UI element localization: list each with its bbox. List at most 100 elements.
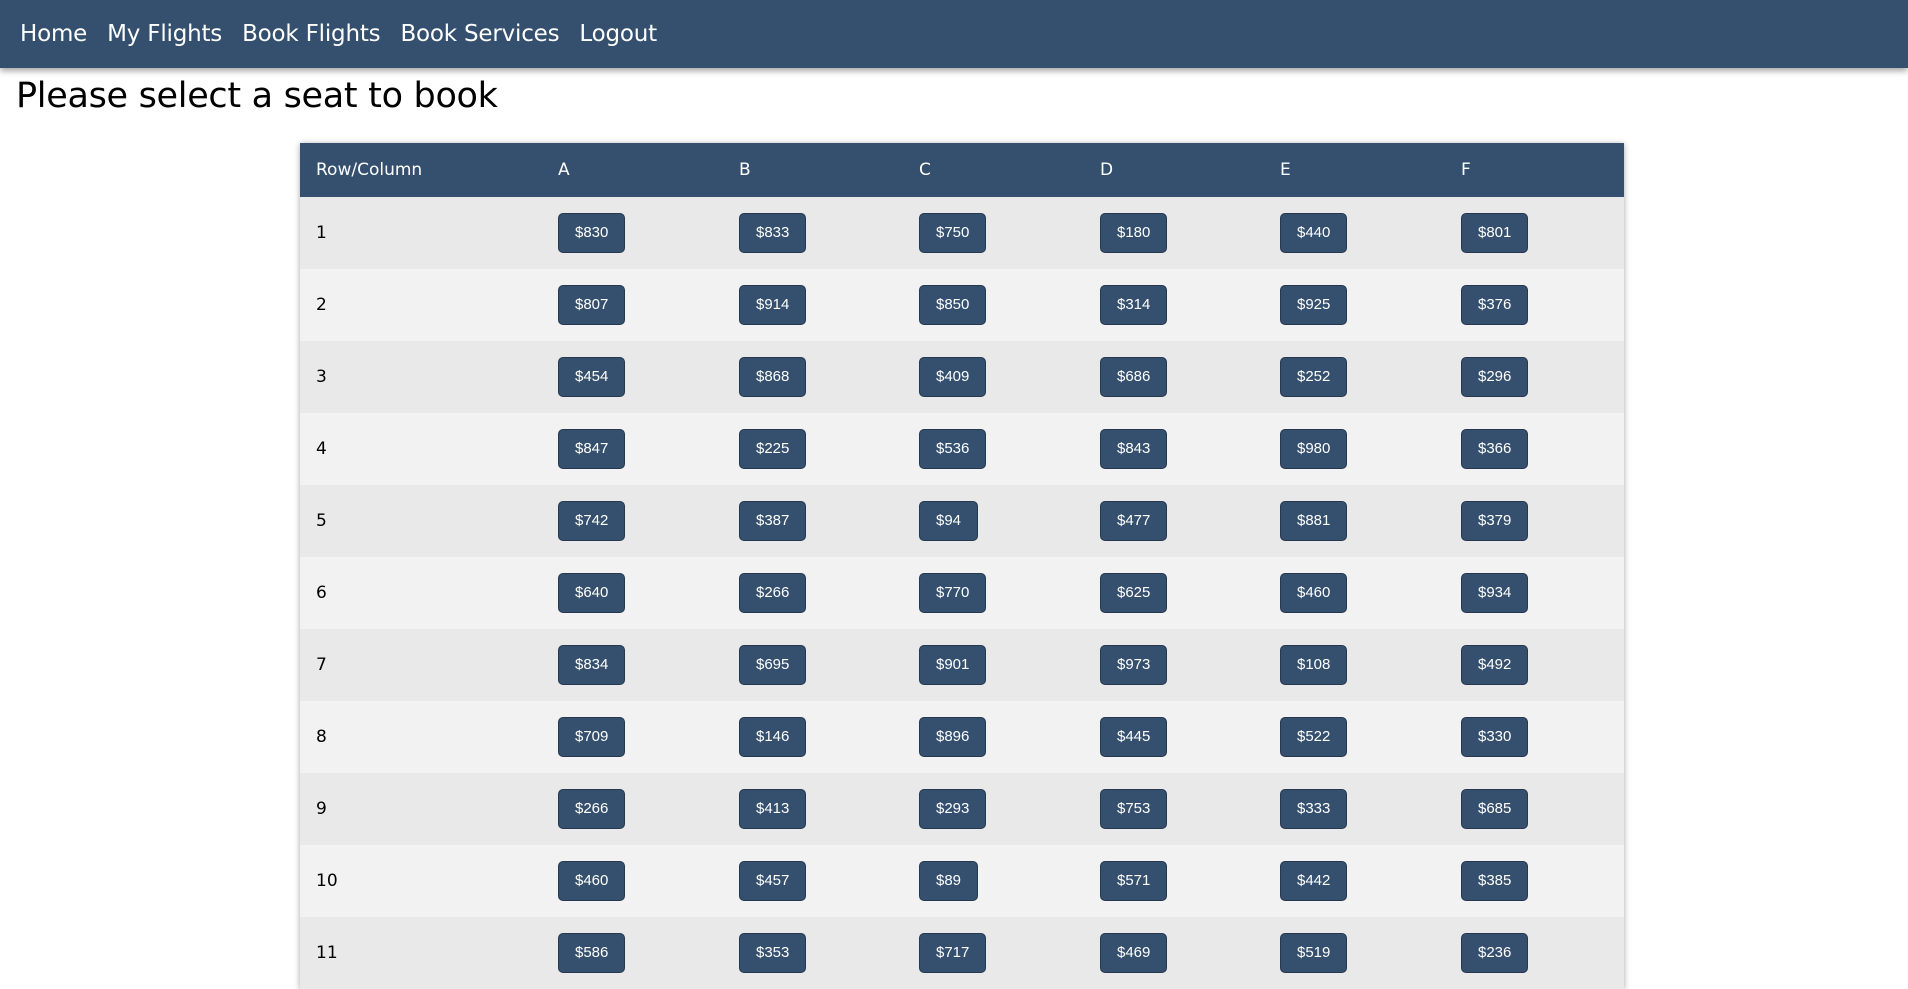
seat-cell: $376 [1445,269,1624,341]
seat-button-1b[interactable]: $833 [739,213,807,253]
seat-button-8b[interactable]: $146 [739,717,807,757]
seat-button-5f[interactable]: $379 [1461,501,1529,541]
seat-button-10c[interactable]: $89 [919,861,979,901]
seat-button-1d[interactable]: $180 [1100,213,1168,253]
seat-button-1c[interactable]: $750 [919,213,987,253]
seat-button-8c[interactable]: $896 [919,717,987,757]
seat-cell: $266 [723,557,903,629]
seat-cell: $252 [1264,341,1445,413]
header-column-d: D [1100,160,1114,180]
seat-button-3c[interactable]: $409 [919,357,987,397]
seat-button-5c[interactable]: $94 [919,501,979,541]
seat-button-11b[interactable]: $353 [739,933,807,973]
seat-cell: $296 [1445,341,1624,413]
seat-button-9d[interactable]: $753 [1100,789,1168,829]
seat-button-3e[interactable]: $252 [1280,357,1348,397]
seat-button-11d[interactable]: $469 [1100,933,1168,973]
seat-cell: $847 [542,413,723,485]
seat-button-4a[interactable]: $847 [558,429,626,469]
seat-cell: $469 [1084,917,1264,989]
seat-cell: $236 [1445,917,1624,989]
seat-button-7d[interactable]: $973 [1100,645,1168,685]
seat-button-3a[interactable]: $454 [558,357,626,397]
seat-button-6b[interactable]: $266 [739,573,807,613]
header-column-c: C [919,160,931,180]
seat-button-4c[interactable]: $536 [919,429,987,469]
seat-button-4e[interactable]: $980 [1280,429,1348,469]
seat-button-11c[interactable]: $717 [919,933,987,973]
seat-button-3b[interactable]: $868 [739,357,807,397]
row-number: 8 [316,727,327,747]
seat-cell: $477 [1084,485,1264,557]
nav-book-flights-link[interactable]: Book Flights [242,21,381,47]
seat-cell: $868 [723,341,903,413]
seat-button-6a[interactable]: $640 [558,573,626,613]
seat-button-9b[interactable]: $413 [739,789,807,829]
seat-button-3d[interactable]: $686 [1100,357,1168,397]
seat-button-4f[interactable]: $366 [1461,429,1529,469]
row-number: 9 [316,799,327,819]
seat-button-6c[interactable]: $770 [919,573,987,613]
seat-table-body: 1 $830 $833 $750 $180 $440 $801 2 $807 $914 $850 $3… [300,197,1624,989]
seat-cell: $914 [723,269,903,341]
seat-cell: $330 [1445,701,1624,773]
seat-button-2a[interactable]: $807 [558,285,626,325]
nav-home-link[interactable]: Home [20,21,87,47]
seat-button-10f[interactable]: $385 [1461,861,1529,901]
page-title: Please select a seat to book [16,76,498,116]
seat-button-2e[interactable]: $925 [1280,285,1348,325]
seat-button-9a[interactable]: $266 [558,789,626,829]
seat-button-5d[interactable]: $477 [1100,501,1168,541]
seat-button-9e[interactable]: $333 [1280,789,1348,829]
seat-button-7e[interactable]: $108 [1280,645,1348,685]
seat-button-10d[interactable]: $571 [1100,861,1168,901]
seat-button-10b[interactable]: $457 [739,861,807,901]
seat-button-5a[interactable]: $742 [558,501,626,541]
row-number: 1 [316,223,327,243]
seat-button-8a[interactable]: $709 [558,717,626,757]
seat-button-6f[interactable]: $934 [1461,573,1529,613]
seat-button-2c[interactable]: $850 [919,285,987,325]
seat-button-4d[interactable]: $843 [1100,429,1168,469]
seat-button-11e[interactable]: $519 [1280,933,1348,973]
row-number: 11 [316,943,338,963]
seat-cell: $896 [903,701,1084,773]
seat-cell: $801 [1445,197,1624,269]
seat-cell: $834 [542,629,723,701]
nav-my-flights-link[interactable]: My Flights [107,21,222,47]
seat-button-8d[interactable]: $445 [1100,717,1168,757]
table-row: 7 $834 $695 $901 $973 $108 $492 [300,629,1624,701]
seat-cell: $366 [1445,413,1624,485]
seat-button-11f[interactable]: $236 [1461,933,1529,973]
nav-logout-link[interactable]: Logout [579,21,657,47]
seat-button-9f[interactable]: $685 [1461,789,1529,829]
seat-button-7b[interactable]: $695 [739,645,807,685]
seat-button-2f[interactable]: $376 [1461,285,1529,325]
seat-button-2d[interactable]: $314 [1100,285,1168,325]
nav-book-services-link[interactable]: Book Services [400,21,559,47]
seat-button-8e[interactable]: $522 [1280,717,1348,757]
seat-cell: $108 [1264,629,1445,701]
seat-button-3f[interactable]: $296 [1461,357,1529,397]
seat-button-1a[interactable]: $830 [558,213,626,253]
seat-button-8f[interactable]: $330 [1461,717,1529,757]
seat-cell: $695 [723,629,903,701]
seat-button-7f[interactable]: $492 [1461,645,1529,685]
seat-button-2b[interactable]: $914 [739,285,807,325]
seat-button-1f[interactable]: $801 [1461,213,1529,253]
seat-button-7c[interactable]: $901 [919,645,987,685]
seat-cell: $980 [1264,413,1445,485]
seat-button-5e[interactable]: $881 [1280,501,1348,541]
seat-button-1e[interactable]: $440 [1280,213,1348,253]
seat-cell: $536 [903,413,1084,485]
seat-button-6d[interactable]: $625 [1100,573,1168,613]
seat-button-5b[interactable]: $387 [739,501,807,541]
seat-button-4b[interactable]: $225 [739,429,807,469]
seat-button-7a[interactable]: $834 [558,645,626,685]
seat-button-11a[interactable]: $586 [558,933,626,973]
seat-button-9c[interactable]: $293 [919,789,987,829]
seat-button-10e[interactable]: $442 [1280,861,1348,901]
seat-cell: $146 [723,701,903,773]
seat-button-10a[interactable]: $460 [558,861,626,901]
seat-button-6e[interactable]: $460 [1280,573,1348,613]
